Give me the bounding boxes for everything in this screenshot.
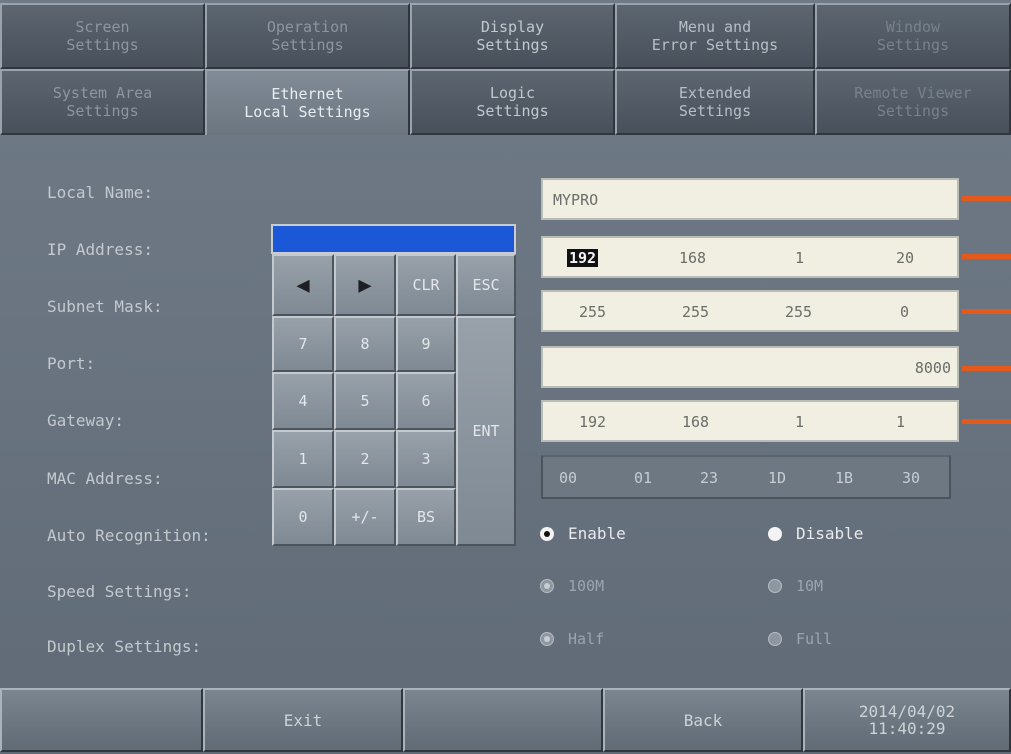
radio-unselected-icon bbox=[768, 526, 782, 541]
port-field[interactable]: 8000 bbox=[541, 346, 959, 388]
gateway-field[interactable]: 192 168 1 1 bbox=[541, 400, 959, 442]
local-name-label: Local Name: bbox=[47, 183, 153, 202]
tab-display-settings[interactable]: Display Settings bbox=[410, 3, 615, 69]
gateway-label: Gateway: bbox=[47, 411, 125, 430]
duplex-half-radio: Half bbox=[540, 630, 604, 648]
key-4[interactable]: 4 bbox=[272, 372, 334, 430]
tab-window-settings[interactable]: Window Settings bbox=[815, 3, 1011, 69]
tab-remote-viewer-settings[interactable]: Remote Viewer Settings bbox=[815, 69, 1011, 135]
annotation-marker-gateway bbox=[962, 419, 1011, 424]
mac-byte-2: 01 bbox=[634, 469, 653, 487]
subnet-octet-2: 255 bbox=[682, 303, 710, 321]
cursor-right-key[interactable]: ▶ bbox=[334, 254, 396, 316]
speed-10m-radio: 10M bbox=[768, 577, 823, 595]
tab-operation-settings[interactable]: Operation Settings bbox=[205, 3, 410, 69]
key-5[interactable]: 5 bbox=[334, 372, 396, 430]
gateway-octet-3: 1 bbox=[795, 413, 805, 431]
local-name-field[interactable]: MYPRO bbox=[541, 178, 959, 220]
speed-settings-label: Speed Settings: bbox=[47, 582, 192, 601]
subnet-mask-field[interactable]: 255 255 255 0 bbox=[541, 290, 959, 332]
backspace-key[interactable]: BS bbox=[396, 488, 456, 546]
key-0[interactable]: 0 bbox=[272, 488, 334, 546]
annotation-marker-port bbox=[962, 366, 1011, 371]
mac-byte-6: 30 bbox=[902, 469, 921, 487]
mac-address-label: MAC Address: bbox=[47, 469, 163, 488]
gateway-octet-4: 1 bbox=[896, 413, 906, 431]
radio-unselected-icon bbox=[768, 579, 782, 593]
ip-octet-1: 192 bbox=[567, 249, 599, 267]
duplex-settings-label: Duplex Settings: bbox=[47, 637, 202, 656]
mac-byte-5: 1B bbox=[835, 469, 854, 487]
mac-byte-4: 1D bbox=[768, 469, 787, 487]
ip-octet-2: 168 bbox=[679, 249, 707, 267]
tab-system-area-settings[interactable]: System Area Settings bbox=[0, 69, 205, 135]
mac-byte-3: 23 bbox=[700, 469, 719, 487]
exit-button[interactable]: Exit bbox=[203, 688, 403, 752]
ip-address-label: IP Address: bbox=[47, 240, 153, 259]
bottom-blank-button-2[interactable] bbox=[403, 688, 603, 752]
annotation-marker-ip bbox=[962, 254, 1011, 259]
key-6[interactable]: 6 bbox=[396, 372, 456, 430]
port-value: 8000 bbox=[914, 359, 951, 377]
radio-selected-icon bbox=[540, 526, 554, 541]
tab-ethernet-local-settings[interactable]: Ethernet Local Settings bbox=[205, 69, 410, 135]
escape-key[interactable]: ESC bbox=[456, 254, 516, 316]
auto-recognition-label: Auto Recognition: bbox=[47, 526, 211, 545]
speed-10m-label: 10M bbox=[796, 577, 824, 595]
cursor-left-key[interactable]: ◀ bbox=[272, 254, 334, 316]
radio-selected-icon bbox=[540, 632, 554, 646]
clear-key[interactable]: CLR bbox=[396, 254, 456, 316]
subnet-octet-3: 255 bbox=[785, 303, 813, 321]
local-name-value: MYPRO bbox=[553, 191, 599, 209]
port-label: Port: bbox=[47, 354, 96, 373]
gateway-octet-2: 168 bbox=[682, 413, 710, 431]
key-3[interactable]: 3 bbox=[396, 430, 456, 488]
duplex-full-label: Full bbox=[796, 630, 833, 648]
duplex-full-radio: Full bbox=[768, 630, 832, 648]
radio-selected-icon bbox=[540, 579, 554, 593]
date-text: 2014/04/02 bbox=[858, 702, 956, 721]
ip-octet-3: 1 bbox=[795, 249, 805, 267]
tab-menu-error-settings[interactable]: Menu and Error Settings bbox=[615, 3, 815, 69]
auto-enable-label: Enable bbox=[568, 524, 626, 543]
auto-enable-radio[interactable]: Enable bbox=[540, 524, 626, 543]
keypad-display bbox=[271, 224, 516, 254]
radio-unselected-icon bbox=[768, 632, 782, 646]
key-9[interactable]: 9 bbox=[396, 316, 456, 372]
mac-byte-1: 00 bbox=[559, 469, 578, 487]
date-time-display: 2014/04/02 11:40:29 bbox=[803, 688, 1011, 752]
tab-screen-settings[interactable]: Screen Settings bbox=[0, 3, 205, 69]
back-button[interactable]: Back bbox=[603, 688, 803, 752]
tab-extended-settings[interactable]: Extended Settings bbox=[615, 69, 815, 135]
subnet-octet-1: 255 bbox=[579, 303, 607, 321]
auto-disable-label: Disable bbox=[796, 524, 864, 543]
key-2[interactable]: 2 bbox=[334, 430, 396, 488]
enter-key[interactable]: ENT bbox=[456, 316, 516, 546]
mac-address-field: 00 01 23 1D 1B 30 bbox=[541, 455, 951, 499]
subnet-octet-4: 0 bbox=[900, 303, 910, 321]
key-1[interactable]: 1 bbox=[272, 430, 334, 488]
time-text: 11:40:29 bbox=[868, 719, 946, 738]
hmi-screen: Screen Settings Operation Settings Displ… bbox=[0, 0, 1011, 754]
bottom-blank-button-1[interactable] bbox=[0, 688, 203, 752]
key-8[interactable]: 8 bbox=[334, 316, 396, 372]
speed-100m-label: 100M bbox=[568, 577, 605, 595]
subnet-mask-label: Subnet Mask: bbox=[47, 297, 163, 316]
speed-100m-radio: 100M bbox=[540, 577, 604, 595]
auto-disable-radio[interactable]: Disable bbox=[768, 524, 863, 543]
key-7[interactable]: 7 bbox=[272, 316, 334, 372]
ip-octet-4: 20 bbox=[896, 249, 915, 267]
plus-minus-key[interactable]: +/- bbox=[334, 488, 396, 546]
annotation-marker-local-name bbox=[962, 196, 1011, 201]
gateway-octet-1: 192 bbox=[579, 413, 607, 431]
ip-address-field[interactable]: 192 168 1 20 bbox=[541, 236, 959, 278]
tab-logic-settings[interactable]: Logic Settings bbox=[410, 69, 615, 135]
duplex-half-label: Half bbox=[568, 630, 605, 648]
annotation-marker-subnet bbox=[962, 309, 1011, 314]
